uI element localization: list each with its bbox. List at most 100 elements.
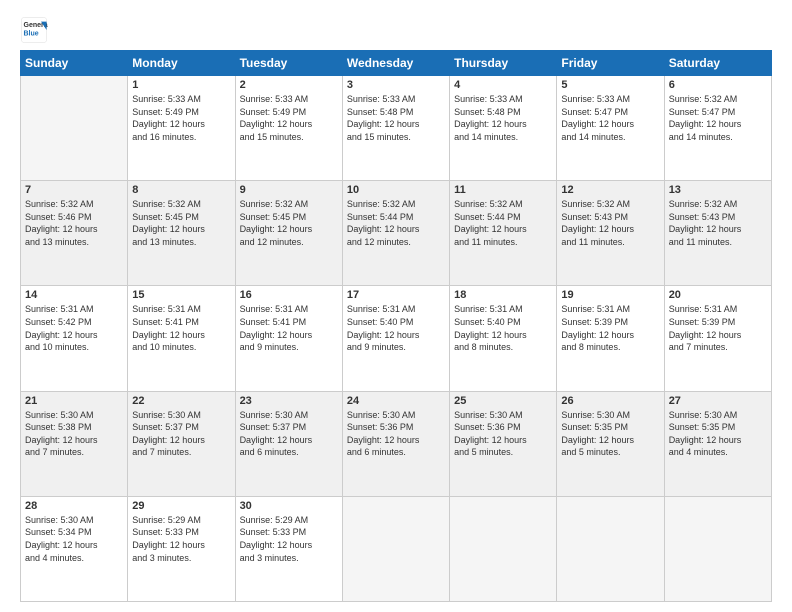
day-info: Sunrise: 5:32 AM Sunset: 5:43 PM Dayligh… [669, 198, 767, 248]
day-info: Sunrise: 5:32 AM Sunset: 5:43 PM Dayligh… [561, 198, 659, 248]
logo-icon: General Blue [20, 16, 48, 44]
day-info: Sunrise: 5:30 AM Sunset: 5:35 PM Dayligh… [669, 409, 767, 459]
calendar-cell: 9 Sunrise: 5:32 AM Sunset: 5:45 PM Daylig… [235, 181, 342, 286]
day-number: 15 [132, 289, 230, 301]
day-info: Sunrise: 5:31 AM Sunset: 5:40 PM Dayligh… [454, 303, 552, 353]
col-header-wednesday: Wednesday [342, 51, 449, 76]
day-number: 22 [132, 395, 230, 407]
day-info: Sunrise: 5:30 AM Sunset: 5:35 PM Dayligh… [561, 409, 659, 459]
calendar-cell: 24 Sunrise: 5:30 AM Sunset: 5:36 PM Dayli… [342, 391, 449, 496]
calendar-cell: 8 Sunrise: 5:32 AM Sunset: 5:45 PM Daylig… [128, 181, 235, 286]
day-number: 3 [347, 79, 445, 91]
header: General Blue [20, 16, 772, 44]
day-number: 20 [669, 289, 767, 301]
calendar-cell [21, 76, 128, 181]
calendar-cell: 22 Sunrise: 5:30 AM Sunset: 5:37 PM Dayli… [128, 391, 235, 496]
week-row-3: 14 Sunrise: 5:31 AM Sunset: 5:42 PM Dayli… [21, 286, 772, 391]
col-header-thursday: Thursday [450, 51, 557, 76]
calendar-cell: 19Sunrise: 5:31 AM Sunset: 5:39 PM Dayli… [557, 286, 664, 391]
day-number: 26 [561, 395, 659, 407]
calendar-cell: 28 Sunrise: 5:30 AM Sunset: 5:34 PM Dayli… [21, 496, 128, 601]
calendar-cell: 23 Sunrise: 5:30 AM Sunset: 5:37 PM Dayli… [235, 391, 342, 496]
day-info: Sunrise: 5:30 AM Sunset: 5:34 PM Dayligh… [25, 514, 123, 564]
day-number: 29 [132, 500, 230, 512]
calendar-cell: 10 Sunrise: 5:32 AM Sunset: 5:44 PM Dayli… [342, 181, 449, 286]
day-number: 27 [669, 395, 767, 407]
day-info: Sunrise: 5:33 AM Sunset: 5:48 PM Dayligh… [347, 93, 445, 143]
day-number: 21 [25, 395, 123, 407]
day-info: Sunrise: 5:30 AM Sunset: 5:38 PM Dayligh… [25, 409, 123, 459]
calendar-cell [450, 496, 557, 601]
calendar-cell: 1Sunrise: 5:33 AM Sunset: 5:49 PM Daylig… [128, 76, 235, 181]
day-info: Sunrise: 5:31 AM Sunset: 5:41 PM Dayligh… [132, 303, 230, 353]
calendar-cell: 16 Sunrise: 5:31 AM Sunset: 5:41 PM Dayli… [235, 286, 342, 391]
day-number: 12 [561, 184, 659, 196]
col-header-tuesday: Tuesday [235, 51, 342, 76]
day-info: Sunrise: 5:32 AM Sunset: 5:44 PM Dayligh… [454, 198, 552, 248]
day-number: 30 [240, 500, 338, 512]
col-header-saturday: Saturday [664, 51, 771, 76]
day-info: Sunrise: 5:31 AM Sunset: 5:39 PM Dayligh… [669, 303, 767, 353]
page: General Blue SundayMondayTuesdayWednesda… [0, 0, 792, 612]
day-number: 2 [240, 79, 338, 91]
day-info: Sunrise: 5:30 AM Sunset: 5:37 PM Dayligh… [240, 409, 338, 459]
day-number: 14 [25, 289, 123, 301]
header-row: SundayMondayTuesdayWednesdayThursdayFrid… [21, 51, 772, 76]
calendar-cell: 29Sunrise: 5:29 AM Sunset: 5:33 PM Dayli… [128, 496, 235, 601]
calendar-cell: 20 Sunrise: 5:31 AM Sunset: 5:39 PM Dayli… [664, 286, 771, 391]
week-row-2: 7 Sunrise: 5:32 AM Sunset: 5:46 PM Daylig… [21, 181, 772, 286]
calendar: SundayMondayTuesdayWednesdayThursdayFrid… [20, 50, 772, 602]
calendar-cell: 13 Sunrise: 5:32 AM Sunset: 5:43 PM Dayli… [664, 181, 771, 286]
day-number: 16 [240, 289, 338, 301]
calendar-cell: 7 Sunrise: 5:32 AM Sunset: 5:46 PM Daylig… [21, 181, 128, 286]
week-row-4: 21 Sunrise: 5:30 AM Sunset: 5:38 PM Dayli… [21, 391, 772, 496]
calendar-cell: 2 Sunrise: 5:33 AM Sunset: 5:49 PM Daylig… [235, 76, 342, 181]
day-number: 13 [669, 184, 767, 196]
day-info: Sunrise: 5:30 AM Sunset: 5:37 PM Dayligh… [132, 409, 230, 459]
day-info: Sunrise: 5:32 AM Sunset: 5:44 PM Dayligh… [347, 198, 445, 248]
day-info: Sunrise: 5:33 AM Sunset: 5:49 PM Dayligh… [240, 93, 338, 143]
day-number: 28 [25, 500, 123, 512]
day-number: 11 [454, 184, 552, 196]
calendar-cell [342, 496, 449, 601]
col-header-monday: Monday [128, 51, 235, 76]
day-number: 9 [240, 184, 338, 196]
calendar-cell: 4Sunrise: 5:33 AM Sunset: 5:48 PM Daylig… [450, 76, 557, 181]
logo: General Blue [20, 16, 52, 44]
day-number: 10 [347, 184, 445, 196]
day-info: Sunrise: 5:31 AM Sunset: 5:42 PM Dayligh… [25, 303, 123, 353]
day-info: Sunrise: 5:32 AM Sunset: 5:45 PM Dayligh… [132, 198, 230, 248]
day-number: 24 [347, 395, 445, 407]
calendar-cell: 15 Sunrise: 5:31 AM Sunset: 5:41 PM Dayli… [128, 286, 235, 391]
day-info: Sunrise: 5:30 AM Sunset: 5:36 PM Dayligh… [347, 409, 445, 459]
day-number: 7 [25, 184, 123, 196]
calendar-cell: 17Sunrise: 5:31 AM Sunset: 5:40 PM Dayli… [342, 286, 449, 391]
week-row-5: 28 Sunrise: 5:30 AM Sunset: 5:34 PM Dayli… [21, 496, 772, 601]
calendar-cell [664, 496, 771, 601]
day-info: Sunrise: 5:31 AM Sunset: 5:41 PM Dayligh… [240, 303, 338, 353]
day-number: 18 [454, 289, 552, 301]
day-number: 23 [240, 395, 338, 407]
day-number: 8 [132, 184, 230, 196]
col-header-sunday: Sunday [21, 51, 128, 76]
day-number: 5 [561, 79, 659, 91]
day-info: Sunrise: 5:31 AM Sunset: 5:39 PM Dayligh… [561, 303, 659, 353]
calendar-cell: 21 Sunrise: 5:30 AM Sunset: 5:38 PM Dayli… [21, 391, 128, 496]
day-info: Sunrise: 5:33 AM Sunset: 5:47 PM Dayligh… [561, 93, 659, 143]
calendar-cell: 30Sunrise: 5:29 AM Sunset: 5:33 PM Dayli… [235, 496, 342, 601]
day-number: 1 [132, 79, 230, 91]
calendar-cell: 12 Sunrise: 5:32 AM Sunset: 5:43 PM Dayli… [557, 181, 664, 286]
day-info: Sunrise: 5:31 AM Sunset: 5:40 PM Dayligh… [347, 303, 445, 353]
calendar-cell: 27 Sunrise: 5:30 AM Sunset: 5:35 PM Dayli… [664, 391, 771, 496]
calendar-cell: 11 Sunrise: 5:32 AM Sunset: 5:44 PM Dayli… [450, 181, 557, 286]
calendar-cell: 25 Sunrise: 5:30 AM Sunset: 5:36 PM Dayli… [450, 391, 557, 496]
calendar-cell: 5 Sunrise: 5:33 AM Sunset: 5:47 PM Daylig… [557, 76, 664, 181]
calendar-cell: 18 Sunrise: 5:31 AM Sunset: 5:40 PM Dayli… [450, 286, 557, 391]
day-info: Sunrise: 5:32 AM Sunset: 5:46 PM Dayligh… [25, 198, 123, 248]
col-header-friday: Friday [557, 51, 664, 76]
day-info: Sunrise: 5:30 AM Sunset: 5:36 PM Dayligh… [454, 409, 552, 459]
day-info: Sunrise: 5:32 AM Sunset: 5:45 PM Dayligh… [240, 198, 338, 248]
day-info: Sunrise: 5:32 AM Sunset: 5:47 PM Dayligh… [669, 93, 767, 143]
day-number: 25 [454, 395, 552, 407]
day-number: 6 [669, 79, 767, 91]
